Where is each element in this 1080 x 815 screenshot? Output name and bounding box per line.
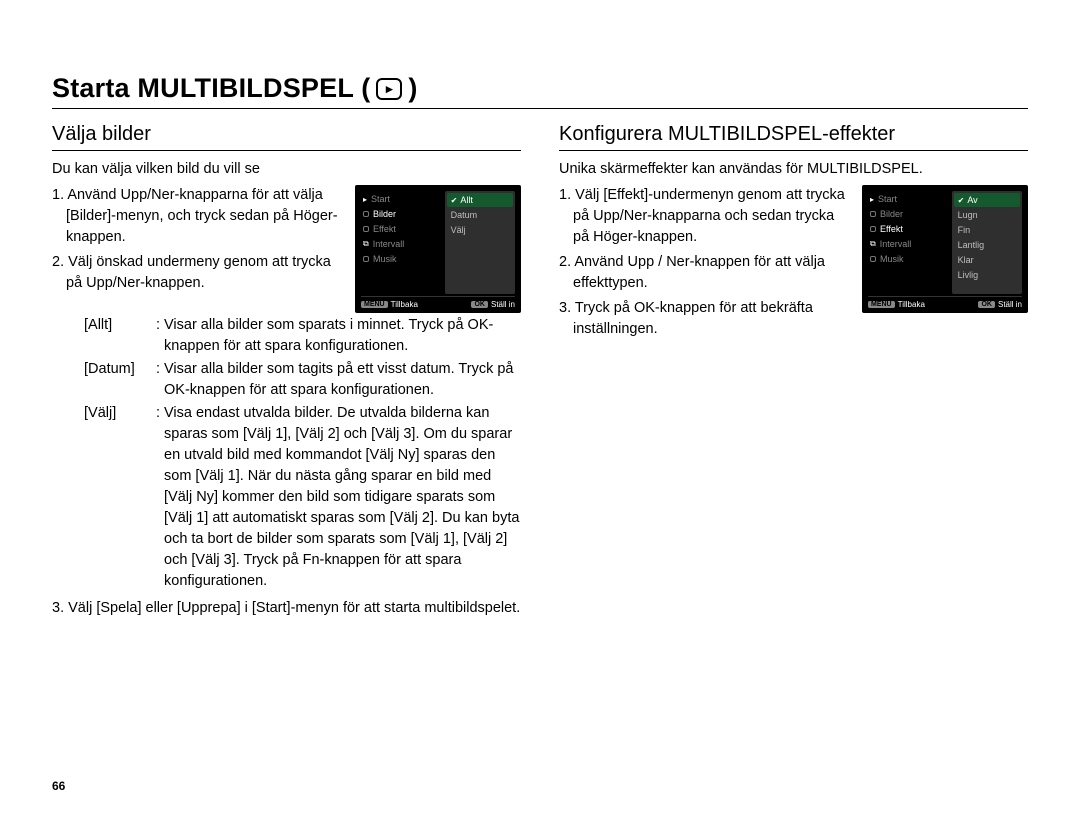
submenu-item: Av <box>967 195 977 205</box>
title-suffix: ) <box>408 73 417 104</box>
dot-icon <box>363 226 369 232</box>
def-key: [Välj] <box>84 403 156 592</box>
menu-item: Bilder <box>880 209 903 219</box>
menu-item: Start <box>371 194 390 204</box>
footer-set: Ställ in <box>491 300 515 309</box>
ok-badge: OK <box>471 301 488 308</box>
slideshow-icon: ⧉ <box>363 239 369 249</box>
left-lead: Du kan välja vilken bild du vill se <box>52 161 521 177</box>
column-right: Konfigurera MULTIBILDSPEL-effekter Unika… <box>559 115 1028 619</box>
right-heading: Konfigurera MULTIBILDSPEL-effekter <box>559 123 1028 151</box>
right-step-3: 3. Tryck på OK-knappen för att bekräfta … <box>573 298 852 340</box>
left-heading: Välja bilder <box>52 123 521 151</box>
left-step-1: 1. Använd Upp/Ner-knapparna för att välj… <box>66 185 345 248</box>
right-lead: Unika skärmeffekter kan användas för MUL… <box>559 161 1028 177</box>
def-key: [Datum] <box>84 359 156 401</box>
left-step-2: 2. Välj önskad undermeny genom att tryck… <box>66 252 345 294</box>
menu-item: Intervall <box>373 239 405 249</box>
menu-badge: MENU <box>868 301 895 308</box>
dot-icon <box>363 256 369 262</box>
def-val: Visar alla bilder som sparats i minnet. … <box>164 315 521 357</box>
submenu-item: Lantlig <box>954 238 1020 252</box>
dot-icon <box>870 211 876 217</box>
right-step-1: 1. Välj [Effekt]-undermenyn genom att tr… <box>573 185 852 248</box>
definition-list: [Allt] : Visar alla bilder som sparats i… <box>52 315 521 592</box>
footer-back: Tillbaka <box>391 300 418 309</box>
left-step-3: 3. Välj [Spela] eller [Upprepa] i [Start… <box>66 598 521 619</box>
menu-item: Musik <box>373 254 397 264</box>
menu-item: Bilder <box>373 209 396 219</box>
submenu-item: Allt <box>460 195 473 205</box>
check-icon: ✔ <box>451 196 458 205</box>
def-val: Visar alla bilder som tagits på ett viss… <box>164 359 521 401</box>
menu-item: Intervall <box>880 239 912 249</box>
submenu-item: Klar <box>954 253 1020 267</box>
dot-icon <box>870 256 876 262</box>
slideshow-icon: ▸ <box>376 78 402 100</box>
menu-item: Effekt <box>880 224 903 234</box>
footer-set: Ställ in <box>998 300 1022 309</box>
menu-item: Effekt <box>373 224 396 234</box>
right-step-2: 2. Använd Upp / Ner-knappen för att välj… <box>573 252 852 294</box>
page-title: Starta MULTIBILDSPEL ( ▸ ) <box>52 73 1028 109</box>
dot-icon <box>363 211 369 217</box>
content-columns: Välja bilder Du kan välja vilken bild du… <box>52 115 1028 619</box>
lcd-screenshot-bilder: ▸ Start Bilder Effekt ⧉ Intervall Musik ✔A… <box>355 185 521 313</box>
submenu-item: Välj <box>447 223 513 237</box>
ok-badge: OK <box>978 301 995 308</box>
play-icon: ▸ <box>870 195 874 204</box>
menu-badge: MENU <box>361 301 388 308</box>
menu-item: Musik <box>880 254 904 264</box>
slideshow-icon: ⧉ <box>870 239 876 249</box>
submenu-item: Livlig <box>954 268 1020 282</box>
menu-item: Start <box>878 194 897 204</box>
def-key: [Allt] <box>84 315 156 357</box>
def-val: Visa endast utvalda bilder. De utvalda b… <box>164 403 521 592</box>
dot-icon <box>870 226 876 232</box>
submenu-item: Lugn <box>954 208 1020 222</box>
footer-back: Tillbaka <box>898 300 925 309</box>
check-icon: ✔ <box>958 196 965 205</box>
play-icon: ▸ <box>363 195 367 204</box>
lcd-screenshot-effekt: ▸ Start Bilder Effekt ⧉ Intervall Musik ✔A… <box>862 185 1028 313</box>
title-prefix: Starta MULTIBILDSPEL ( <box>52 73 370 104</box>
page-number: 66 <box>52 779 65 793</box>
column-left: Välja bilder Du kan välja vilken bild du… <box>52 115 521 619</box>
submenu-item: Datum <box>447 208 513 222</box>
submenu-item: Fin <box>954 223 1020 237</box>
